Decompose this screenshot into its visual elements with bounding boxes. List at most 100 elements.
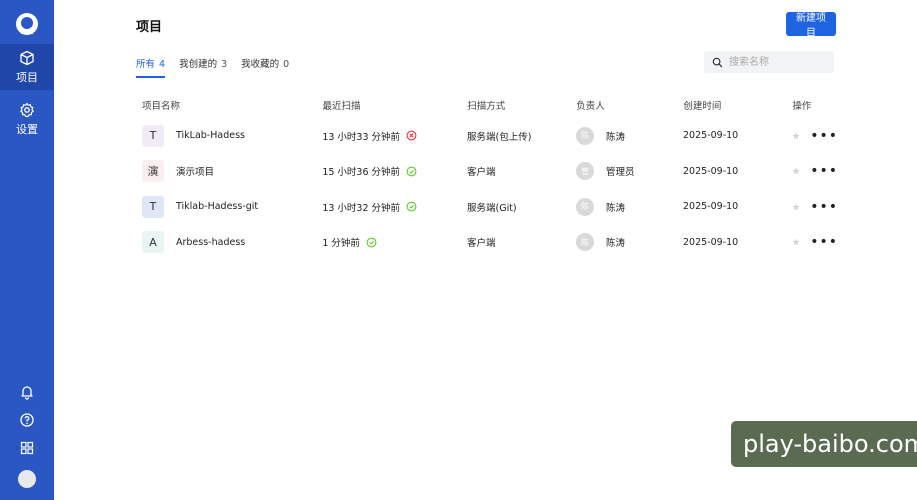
last-scan-cell: 1 分钟前	[322, 235, 467, 249]
sidebar-item-label: 项目	[16, 70, 38, 84]
new-project-button[interactable]: 新建项目	[786, 12, 836, 39]
project-name[interactable]: 演示项目	[176, 164, 214, 178]
scan-method: 服务端(包上传)	[467, 131, 532, 143]
owner-cell: 陈 陈涛	[576, 197, 683, 216]
project-name[interactable]: Arbess-hadess	[176, 237, 245, 248]
project-icon: T	[142, 195, 164, 218]
main-content: 项目 新建项目 所有4 我创建的3 我收藏的0 项目名称 最近扫描 扫描方式 负…	[54, 0, 917, 500]
last-scan-time: 15 小时36 分钟前	[322, 167, 401, 179]
app-logo[interactable]	[13, 10, 41, 38]
owner-name: 管理员	[606, 167, 635, 179]
owner-cell: 陈 陈涛	[576, 233, 683, 252]
owner-name: 陈涛	[606, 131, 626, 143]
grid-icon[interactable]	[19, 440, 35, 456]
created-date: 2025-09-10	[683, 165, 739, 177]
owner-avatar-char: 陈	[581, 237, 589, 247]
star-icon[interactable]	[792, 200, 800, 214]
tab-created-by-me[interactable]: 我创建的 3	[179, 56, 227, 78]
search-icon	[712, 57, 723, 67]
table-body: T TikLab-Hadess 13 小时33 分钟前 服务端(包上传) 陈陈涛 2025…	[136, 118, 838, 260]
user-avatar[interactable]	[18, 470, 36, 488]
owner-avatar: 管	[576, 162, 594, 181]
more-icon[interactable]: •••	[810, 235, 838, 249]
sidebar-item-projects[interactable]: 项目	[0, 44, 54, 90]
project-name[interactable]: Tiklab-Hadess-git	[176, 201, 258, 212]
owner-name: 陈涛	[606, 202, 626, 214]
scan-method: 服务端(Git)	[467, 202, 517, 214]
search-box[interactable]	[704, 51, 834, 73]
sidebar-item-settings[interactable]: 设置	[0, 96, 54, 142]
project-name-cell[interactable]: 演 演示项目	[136, 160, 322, 183]
table-header: 项目名称 最近扫描 扫描方式 负责人 创建时间 操作	[136, 92, 838, 118]
table-row[interactable]: T TikLab-Hadess 13 小时33 分钟前 服务端(包上传) 陈 陈涛 2025…	[136, 118, 838, 154]
created-cell: 2025-09-10	[683, 130, 792, 141]
col-header-created[interactable]: 创建时间	[683, 98, 792, 112]
table-row[interactable]: A Arbess-hadess 1 分钟前 客户端 陈 陈涛 2025-09-10 •••	[136, 224, 838, 260]
tab-all[interactable]: 所有 4	[136, 56, 166, 78]
more-icon[interactable]: •••	[810, 129, 838, 143]
last-scan-time: 1 分钟前	[322, 238, 360, 250]
col-header-actions: 操作	[792, 101, 812, 112]
col-header-name[interactable]: 项目名称	[136, 98, 322, 112]
last-scan-cell: 13 小时32 分钟前	[322, 200, 467, 214]
owner-avatar: 陈	[576, 197, 594, 216]
star-icon[interactable]	[792, 164, 800, 178]
sidebar-item-label: 设置	[16, 122, 38, 136]
actions-cell: •••	[792, 129, 838, 143]
created-cell: 2025-09-10	[683, 166, 792, 177]
success-status-icon	[366, 237, 377, 248]
col-header-owner: 负责人	[576, 101, 605, 112]
project-name[interactable]: TikLab-Hadess	[176, 130, 245, 141]
last-scan-cell: 15 小时36 分钟前	[322, 164, 467, 178]
more-icon[interactable]: •••	[810, 164, 838, 178]
star-icon[interactable]	[792, 235, 800, 249]
col-header-last-scan[interactable]: 最近扫描	[322, 98, 467, 112]
tab-favorites[interactable]: 我收藏的 0	[241, 56, 289, 78]
page-title: 项目	[136, 20, 163, 35]
success-status-icon	[406, 201, 417, 212]
search-input[interactable]	[727, 55, 831, 69]
project-tabs: 所有 4 我创建的 3 我收藏的 0	[136, 56, 303, 78]
sidebar-bottom	[0, 384, 54, 500]
table-row[interactable]: 演 演示项目 15 小时36 分钟前 客户端 管 管理员 2025-09-10 •••	[136, 153, 838, 189]
last-scan-cell: 13 小时33 分钟前	[322, 129, 467, 143]
actions-cell: •••	[792, 235, 838, 249]
watermark: play-baibo.com	[731, 421, 917, 467]
project-name-cell[interactable]: A Arbess-hadess	[136, 231, 322, 254]
project-icon: 演	[142, 160, 164, 183]
actions-cell: •••	[792, 164, 838, 178]
project-icon-char: T	[149, 129, 157, 143]
project-name-cell[interactable]: T Tiklab-Hadess-git	[136, 195, 322, 218]
star-icon[interactable]	[792, 129, 800, 143]
owner-avatar-char: 陈	[581, 131, 589, 141]
owner-name: 陈涛	[606, 238, 626, 250]
sidebar: 项目 设置	[0, 0, 54, 500]
scan-method: 客户端	[467, 238, 496, 250]
table-row[interactable]: T Tiklab-Hadess-git 13 小时32 分钟前 服务端(Git) 陈 陈涛…	[136, 189, 838, 225]
bell-icon[interactable]	[19, 384, 35, 400]
project-icon-char: A	[149, 235, 157, 249]
scan-method-cell: 服务端(Git)	[467, 200, 576, 214]
tab-label: 我创建的	[179, 59, 218, 70]
logo-icon	[16, 13, 38, 35]
tab-count: 4	[159, 59, 166, 70]
project-icon-char: T	[149, 200, 157, 214]
projects-table: 项目名称 最近扫描 扫描方式 负责人 创建时间 操作 T TikLab-Hades…	[136, 92, 838, 260]
owner-avatar-char: 管	[581, 166, 589, 176]
more-icon[interactable]: •••	[810, 200, 838, 214]
project-name-cell[interactable]: T TikLab-Hadess	[136, 124, 322, 147]
scan-method: 客户端	[467, 167, 496, 179]
project-icon-char: 演	[147, 165, 159, 179]
scan-method-cell: 客户端	[467, 164, 576, 178]
help-icon[interactable]	[19, 412, 35, 428]
last-scan-time: 13 小时32 分钟前	[322, 202, 401, 214]
owner-avatar: 陈	[576, 126, 594, 145]
project-icon: T	[142, 124, 164, 147]
project-icon: A	[142, 231, 164, 254]
created-cell: 2025-09-10	[683, 201, 792, 212]
created-date: 2025-09-10	[683, 201, 739, 213]
actions-cell: •••	[792, 200, 838, 214]
scan-method-cell: 服务端(包上传)	[467, 129, 576, 143]
created-date: 2025-09-10	[683, 236, 739, 248]
success-status-icon	[406, 166, 417, 177]
